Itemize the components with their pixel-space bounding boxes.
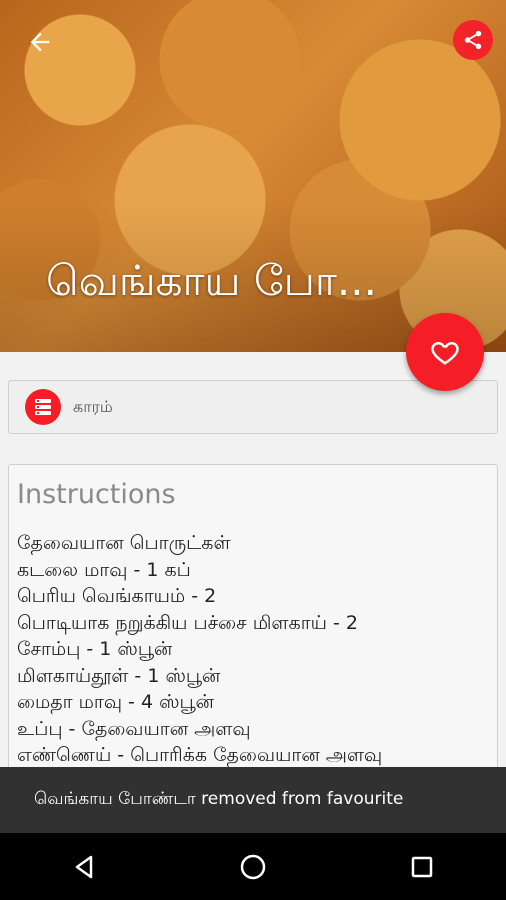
instruction-line: எண்ணெய் - பொரிக்க தேவையான அளவு [17, 744, 383, 766]
instruction-line: பொடியாக நறுக்கிய பச்சை மிளகாய் - 2 [17, 611, 358, 634]
recipe-hero-image: வெங்காய போ... [0, 0, 506, 352]
share-icon [464, 30, 482, 50]
instruction-line: சோம்பு - 1 ஸ்பூன் [17, 638, 173, 660]
square-recents-icon [411, 856, 432, 877]
instruction-line: மைதா மாவு - 4 ஸ்பூன் [17, 691, 214, 713]
nav-back-button[interactable] [54, 837, 114, 897]
system-navigation-bar [0, 833, 506, 900]
arrow-back-icon [30, 32, 50, 52]
instruction-line: உப்பு - தேவையான அளவு [17, 717, 251, 740]
category-icon [25, 389, 61, 425]
triangle-back-icon [76, 855, 93, 878]
heart-outline-icon [431, 341, 459, 365]
favourite-button[interactable] [406, 313, 484, 391]
instructions-card: Instructions தேவையான பொருட்கள் கடலை மாவு… [8, 464, 498, 784]
instruction-line: பெரிய வெங்காயம் - 2 [17, 585, 217, 607]
instruction-line: மிளகாய்தூள் - 1 ஸ்பூன் [17, 664, 221, 687]
share-button[interactable] [453, 20, 493, 60]
instructions-body: தேவையான பொருட்கள் கடலை மாவு - 1 கப் பெரி… [17, 530, 497, 769]
circle-home-icon [240, 854, 266, 879]
recipe-title: வெங்காய போ... [46, 256, 377, 305]
instruction-line: கடலை மாவு - 1 கப் [17, 558, 191, 581]
back-button[interactable] [20, 22, 60, 62]
category-card[interactable]: காரம் [8, 380, 498, 434]
nav-recents-button[interactable] [392, 837, 452, 897]
snackbar-message: வெங்காய போண்டா removed from favourite [34, 789, 404, 809]
nav-home-button[interactable] [223, 837, 283, 897]
list-icon [35, 399, 51, 415]
snackbar: வெங்காய போண்டா removed from favourite [0, 767, 506, 833]
category-label: காரம் [73, 396, 113, 416]
instructions-heading: Instructions [17, 479, 176, 510]
instruction-line: தேவையான பொருட்கள் [17, 532, 231, 554]
